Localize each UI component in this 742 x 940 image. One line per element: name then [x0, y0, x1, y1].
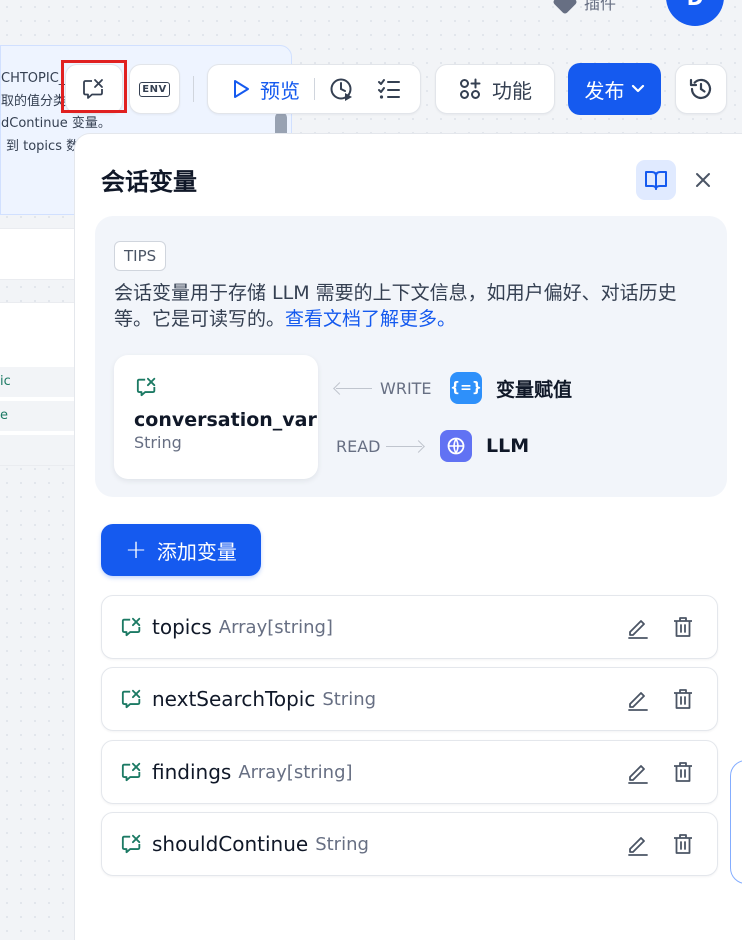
play-icon	[234, 80, 249, 98]
variable-name: shouldContinue	[152, 832, 309, 856]
add-variable-button[interactable]: + 添加变量	[101, 524, 261, 576]
conversation-variables-panel: 会话变量 TIPS 会话变量用于存储 LLM 需要的上下文信息，如用户偏好、对话…	[74, 133, 742, 940]
tips-box: TIPS 会话变量用于存储 LLM 需要的上下文信息，如用户偏好、对话历史等。它…	[95, 216, 727, 497]
conversation-variable-icon	[120, 688, 144, 710]
env-button[interactable]: ENV	[129, 64, 180, 114]
tips-badge: TIPS	[114, 241, 167, 271]
features-icon	[460, 78, 481, 99]
llm-icon	[440, 430, 472, 462]
edit-icon[interactable]	[626, 615, 650, 639]
variable-item[interactable]: shouldContinue String	[101, 812, 718, 876]
variable-name: topics	[152, 615, 212, 639]
panel-title: 会话变量	[101, 168, 197, 196]
chevron-down-icon	[631, 84, 644, 93]
tips-text: 会话变量用于存储 LLM 需要的上下文信息，如用户偏好、对话历史等。它是可读写的…	[114, 282, 677, 330]
edit-icon[interactable]	[626, 687, 650, 711]
features-button[interactable]: 功能	[435, 64, 555, 114]
book-open-icon	[645, 171, 667, 190]
arrow-right-icon	[386, 445, 422, 447]
close-icon	[696, 173, 710, 187]
checklist-icon[interactable]	[377, 77, 403, 101]
variable-assigner-icon: {=}	[450, 372, 482, 404]
toolbar-divider	[193, 76, 194, 102]
docs-link[interactable]: 查看文档了解更多。	[285, 308, 456, 330]
plugin-icon	[552, 0, 578, 15]
node-row: e	[0, 401, 76, 431]
plus-icon: +	[125, 535, 147, 565]
variable-type: Array[string]	[218, 616, 333, 638]
variable-item[interactable]: findings Array[string]	[101, 740, 718, 804]
example-variable-name: conversation_var	[134, 409, 317, 431]
variable-name: nextSearchTopic	[152, 687, 316, 711]
example-variable-card: conversation_var String	[114, 355, 318, 479]
env-icon: ENV	[139, 81, 170, 97]
docs-button[interactable]	[636, 160, 676, 200]
variable-type: String	[322, 688, 377, 710]
publish-button[interactable]: 发布	[568, 63, 661, 115]
conversation-variable-icon	[136, 377, 156, 397]
write-flow: WRITE {=} 变量赋值	[336, 372, 572, 404]
trash-icon[interactable]	[671, 615, 695, 639]
variable-type: String	[315, 833, 369, 855]
group-divider	[314, 78, 315, 100]
conversation-variable-icon	[120, 833, 144, 855]
variable-name: findings	[152, 760, 232, 784]
trash-icon[interactable]	[671, 832, 695, 856]
arrow-left-icon	[336, 387, 372, 389]
plugins-menu[interactable]: 插件	[552, 0, 617, 15]
workflow-node-partial[interactable]	[0, 228, 76, 280]
conversation-variable-icon	[120, 761, 144, 783]
close-button[interactable]	[687, 164, 719, 196]
plugins-label: 插件	[584, 0, 617, 13]
version-history-button[interactable]	[675, 64, 727, 114]
trash-icon[interactable]	[671, 687, 695, 711]
node-row	[0, 435, 76, 465]
preview-toolbar-group: 预览	[207, 64, 421, 114]
variable-type: Array[string]	[238, 761, 353, 783]
history-icon	[689, 78, 712, 99]
run-history-icon[interactable]	[329, 76, 355, 102]
node-row: ic	[0, 367, 76, 397]
trash-icon[interactable]	[671, 760, 695, 784]
edit-icon[interactable]	[626, 760, 650, 784]
variable-item[interactable]: nextSearchTopic String	[101, 667, 718, 731]
example-variable-type: String	[134, 433, 182, 452]
canvas-node-edge	[730, 760, 742, 884]
read-flow: READ LLM	[336, 430, 529, 462]
avatar[interactable]: D	[666, 0, 724, 26]
highlight-box	[61, 60, 127, 113]
variable-item[interactable]: topics Array[string]	[101, 595, 718, 659]
workflow-node-partial[interactable]: ic e	[0, 302, 76, 466]
edit-icon[interactable]	[626, 832, 650, 856]
conversation-variable-icon	[120, 616, 144, 638]
preview-button[interactable]: 预览	[232, 75, 300, 104]
